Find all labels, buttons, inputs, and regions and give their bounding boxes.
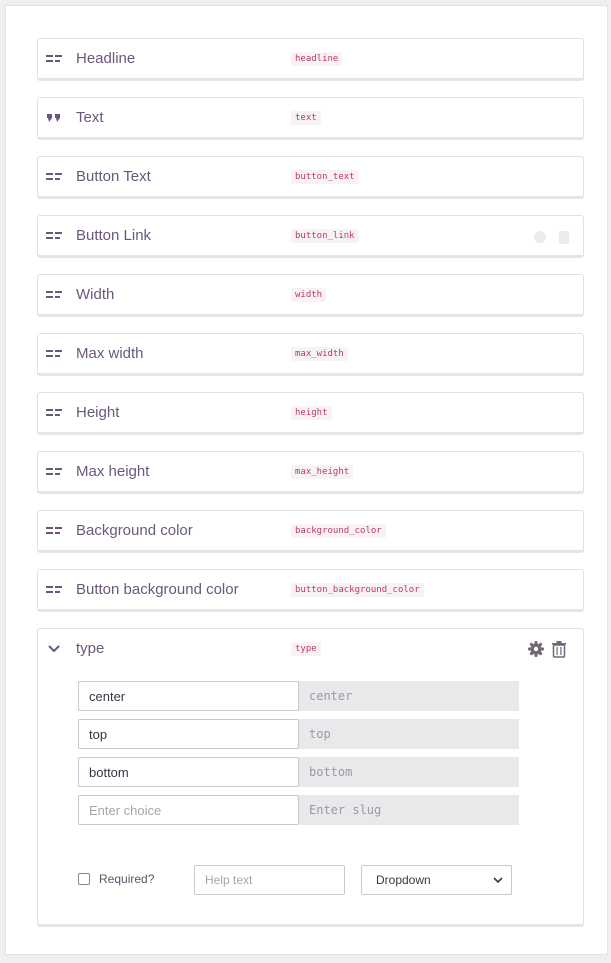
gear-icon[interactable] [527,640,545,658]
choice-slug-input[interactable] [299,757,519,787]
field-actions [527,640,575,658]
field-row-width[interactable]: Width width [37,274,584,317]
short-text-icon [46,291,62,298]
field-label: Height [76,404,120,421]
choice-slug-input[interactable] [299,681,519,711]
field-slug: type [291,642,321,656]
short-text-icon [46,468,62,475]
choice-value-input[interactable] [78,681,299,711]
field-slug: button_link [291,229,359,243]
field-slug: text [291,111,321,125]
field-label: Button Link [76,227,152,244]
field-row-type-expanded: type type center center top top bottom b… [37,628,584,927]
field-row-max-height[interactable]: Max height max_height [37,451,584,494]
field-label: Width [76,286,115,303]
help-text-input[interactable] [194,865,345,895]
field-label: Max width [76,345,144,362]
field-options: Required? Dropdown [78,865,538,895]
field-row-button-background-color[interactable]: Button background color button_backgroun… [37,569,584,612]
choice-value-input[interactable] [78,719,299,749]
field-slug: max_width [291,347,348,361]
field-slug: background_color [291,524,386,538]
chevron-down-icon [493,877,503,884]
new-choice-input[interactable] [78,795,299,825]
field-row-height[interactable]: Height height [37,392,584,435]
field-row-headline[interactable]: Headline headline [37,38,584,81]
field-slug: height [291,406,332,420]
field-slug: max_height [291,465,354,479]
short-text-icon [46,409,62,416]
choice-value-input[interactable] [78,757,299,787]
short-text-icon [46,586,62,593]
choice-row-new [78,795,519,825]
trash-icon[interactable] [550,640,568,658]
field-row-button-text[interactable]: Button Text button_text [37,156,584,199]
chevron-down-icon[interactable] [48,644,60,654]
fields-panel: Headline headline Text text Button Text … [5,5,608,955]
field-row-background-color[interactable]: Background color background_color [37,510,584,553]
field-type-value: Dropdown [376,873,431,887]
field-label: Text [76,109,104,126]
choice-slug-input[interactable] [299,719,519,749]
field-slug: headline [291,52,343,66]
field-label: Background color [76,522,193,539]
required-label: Required? [99,872,155,886]
short-text-icon [46,527,62,534]
quote-icon [47,114,60,122]
field-label: Max height [76,463,150,480]
short-text-icon [46,350,62,357]
field-type-select[interactable]: Dropdown [361,865,512,895]
required-checkbox[interactable] [78,873,90,885]
field-row-text[interactable]: Text text [37,97,584,140]
short-text-icon [46,173,62,180]
short-text-icon [46,232,62,239]
hover-actions-icon [534,231,569,244]
field-row-button-link[interactable]: Button Link button_link [37,215,584,258]
short-text-icon [46,55,62,62]
field-slug: button_background_color [291,583,424,597]
field-label: Button background color [76,581,239,598]
field-slug: button_text [291,170,359,184]
choice-row [78,757,519,787]
field-label: type [76,640,105,657]
choice-row [78,719,519,749]
field-slug: width [291,288,327,302]
field-label: Headline [76,50,136,67]
field-row-max-width[interactable]: Max width max_width [37,333,584,376]
choice-row [78,681,519,711]
choice-list [78,681,519,833]
field-label: Button Text [76,168,151,185]
new-choice-slug-input[interactable] [299,795,519,825]
field-list: Headline headline Text text Button Text … [37,38,584,927]
